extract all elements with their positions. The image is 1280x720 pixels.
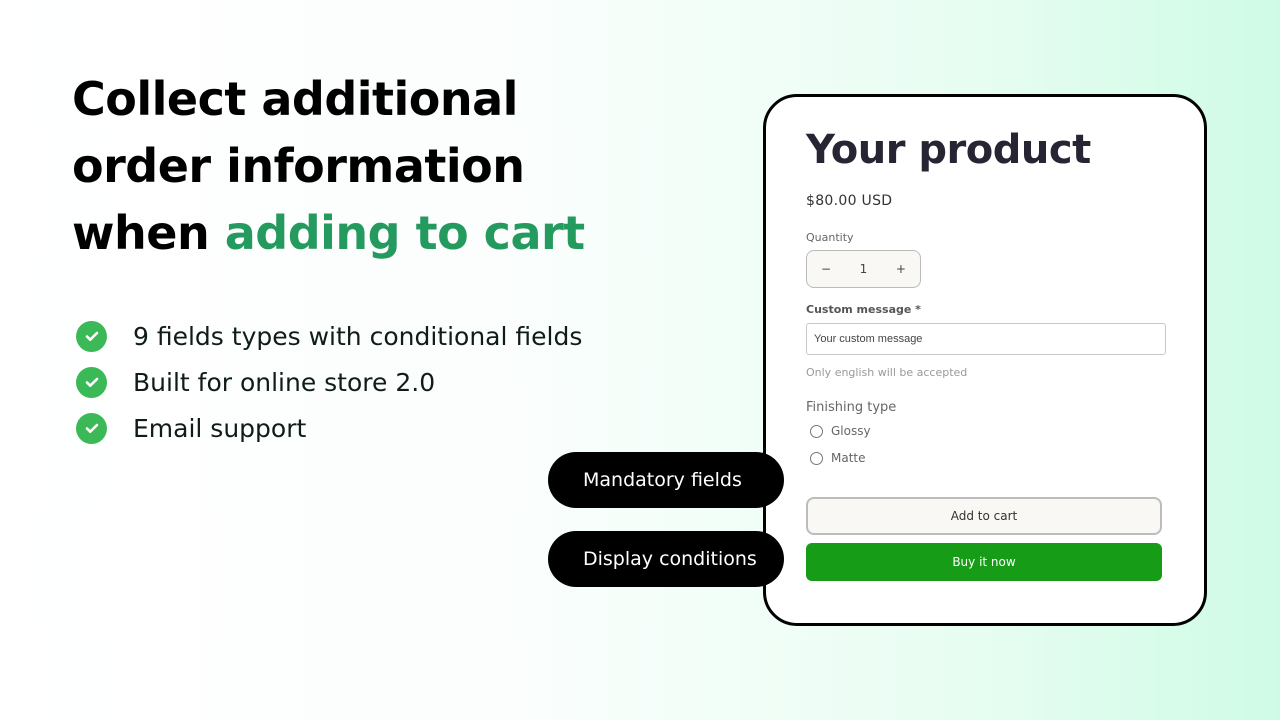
custom-message-input[interactable] — [806, 323, 1166, 355]
quantity-value[interactable]: 1 — [860, 262, 868, 276]
headline-line-2: order information — [72, 139, 525, 193]
feature-list: 9 fields types with conditional fields B… — [76, 313, 582, 451]
headline-prefix: when — [72, 206, 225, 260]
feature-text: Email support — [133, 413, 307, 443]
headline: Collect additional order information whe… — [72, 66, 585, 267]
radio-circle-icon[interactable] — [810, 424, 823, 438]
feature-text: Built for online store 2.0 — [133, 367, 436, 397]
buy-now-button[interactable]: Buy it now — [806, 543, 1162, 581]
feature-item: Built for online store 2.0 — [76, 359, 582, 405]
radio-glossy[interactable]: Glossy — [810, 424, 871, 438]
quantity-label: Quantity — [806, 231, 854, 244]
product-card: Your product $80.00 USD Quantity − 1 + C… — [763, 94, 1207, 626]
product-title: Your product — [806, 127, 1091, 173]
add-to-cart-button[interactable]: Add to cart — [806, 497, 1162, 535]
headline-line-1: Collect additional — [72, 72, 518, 126]
plus-icon[interactable]: + — [896, 262, 906, 276]
custom-message-label: Custom message * — [806, 303, 921, 316]
radio-circle-icon[interactable] — [810, 451, 823, 465]
radio-label: Glossy — [831, 424, 871, 438]
check-circle-icon — [76, 366, 107, 398]
radio-label: Matte — [831, 451, 866, 465]
mandatory-fields-pill: Mandatory fields — [548, 452, 784, 508]
feature-item: 9 fields types with conditional fields — [76, 313, 582, 359]
quantity-stepper: − 1 + — [806, 250, 921, 288]
radio-matte[interactable]: Matte — [810, 451, 866, 465]
custom-message-hint: Only english will be accepted — [806, 366, 968, 379]
minus-icon[interactable]: − — [821, 262, 831, 276]
headline-accent: adding to cart — [224, 206, 585, 260]
product-price: $80.00 USD — [806, 193, 893, 209]
check-circle-icon — [76, 320, 107, 352]
feature-item: Email support — [76, 405, 582, 451]
headline-line-3: when adding to cart — [72, 200, 585, 267]
finishing-type-label: Finishing type — [806, 400, 897, 415]
check-circle-icon — [76, 412, 107, 444]
display-conditions-pill: Display conditions — [548, 531, 784, 587]
feature-text: 9 fields types with conditional fields — [133, 321, 583, 351]
